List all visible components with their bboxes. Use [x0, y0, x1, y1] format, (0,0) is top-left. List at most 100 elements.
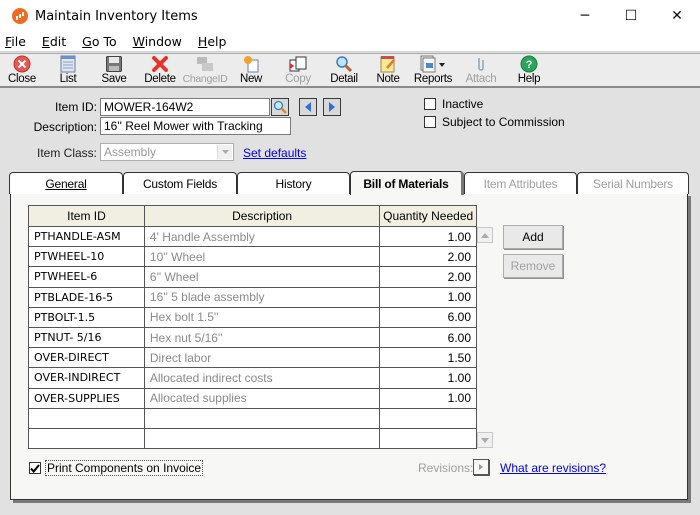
minimize-button[interactable]: ─: [562, 0, 608, 32]
cell-description[interactable]: 10'' Wheel: [143, 246, 381, 268]
scroll-up-button[interactable]: [477, 227, 493, 243]
cell-quantity[interactable]: [379, 427, 477, 450]
cell-description[interactable]: 16'' 5 blade assembly: [143, 286, 381, 308]
note-button[interactable]: Note: [368, 54, 408, 87]
add-button[interactable]: Add: [503, 225, 563, 249]
menu-accel: H: [197, 34, 208, 49]
cell-item-id[interactable]: PTNUT- 5/16: [28, 326, 145, 349]
help-button[interactable]: ? Help: [504, 54, 554, 87]
close-window-button[interactable]: ✕: [654, 0, 700, 32]
description-label: Description:: [33, 120, 97, 134]
cell-item-id[interactable]: PTBOLT-1.5: [28, 306, 145, 328]
column-header-description[interactable]: Description: [143, 205, 381, 227]
table-row[interactable]: OVER-SUPPLIES Allocated supplies 1.00: [28, 387, 477, 409]
grid-header-row: Item ID Description Quantity Needed: [28, 205, 477, 227]
cell-item-id[interactable]: [28, 427, 145, 450]
cell-description[interactable]: 4' Handle Assembly: [143, 225, 381, 248]
cell-description[interactable]: [143, 427, 381, 450]
description-input[interactable]: 16'' Reel Mower with Tracking: [100, 117, 291, 135]
revisions-button[interactable]: [473, 459, 489, 475]
cell-item-id[interactable]: PTWHEEL-10: [28, 246, 145, 268]
column-header-item-id[interactable]: Item ID: [28, 205, 145, 227]
new-button[interactable]: New: [226, 54, 276, 87]
cell-quantity[interactable]: 1.00: [379, 286, 477, 308]
table-row[interactable]: OVER-DIRECT Direct labor 1.50: [28, 347, 477, 369]
tab-custom-fields[interactable]: Custom Fields: [123, 172, 237, 194]
delete-button[interactable]: Delete: [136, 54, 184, 87]
cell-quantity[interactable]: 2.00: [379, 266, 477, 288]
cell-item-id[interactable]: OVER-DIRECT: [28, 347, 145, 369]
menu-help[interactable]: Help: [198, 34, 227, 49]
maximize-button[interactable]: ☐: [608, 0, 654, 32]
table-row[interactable]: [28, 407, 477, 429]
scroll-down-button[interactable]: [477, 432, 493, 448]
lookup-button[interactable]: [271, 98, 289, 116]
toolbar-label: Attach: [465, 73, 497, 85]
menu-window[interactable]: Window: [133, 34, 182, 49]
table-row[interactable]: PTWHEEL-6 6'' Wheel 2.00: [28, 266, 477, 288]
cell-quantity[interactable]: 2.00: [379, 246, 477, 268]
cell-description[interactable]: Allocated indirect costs: [143, 367, 381, 389]
attach-button[interactable]: Attach: [458, 54, 504, 87]
table-row[interactable]: PTNUT- 5/16 Hex nut 5/16'' 6.00: [28, 326, 477, 349]
tab-history[interactable]: History: [237, 172, 350, 194]
copy-button[interactable]: Copy: [276, 54, 320, 87]
cell-quantity[interactable]: 1.00: [379, 225, 477, 248]
close-button[interactable]: Close: [0, 54, 44, 87]
previous-record-button[interactable]: [299, 98, 317, 116]
cell-description[interactable]: [143, 407, 381, 429]
cell-description[interactable]: Allocated supplies: [143, 387, 381, 409]
cell-item-id[interactable]: PTBLADE-16-5: [28, 286, 145, 308]
arrow-down-icon: [481, 437, 489, 443]
tab-bill-of-materials[interactable]: Bill of Materials: [350, 171, 464, 195]
print-components-checkbox[interactable]: [29, 462, 41, 474]
remove-button[interactable]: Remove: [503, 254, 563, 278]
reports-button[interactable]: Reports: [408, 54, 458, 87]
menu-bar: File Edit Go To Window Help: [0, 32, 700, 52]
table-row[interactable]: PTHANDLE-ASM 4' Handle Assembly 1.00: [28, 225, 477, 248]
inactive-checkbox[interactable]: [424, 98, 436, 110]
table-row[interactable]: PTBLADE-16-5 16'' 5 blade assembly 1.00: [28, 286, 477, 308]
tab-item-attributes[interactable]: Item Attributes: [464, 172, 577, 194]
cell-item-id[interactable]: PTHANDLE-ASM: [28, 225, 145, 248]
cell-item-id[interactable]: PTWHEEL-6: [28, 266, 145, 288]
table-row[interactable]: PTBOLT-1.5 Hex bolt 1.5'' 6.00: [28, 306, 477, 328]
save-button[interactable]: Save: [92, 54, 136, 87]
cell-description[interactable]: 6'' Wheel: [143, 266, 381, 288]
table-row[interactable]: [28, 427, 477, 450]
menu-file[interactable]: File: [5, 34, 26, 49]
change-id-button[interactable]: ChangeID: [183, 54, 228, 87]
next-record-button[interactable]: [323, 98, 341, 116]
cell-quantity[interactable]: 1.00: [379, 367, 477, 389]
cell-quantity[interactable]: 6.00: [379, 306, 477, 328]
cell-description[interactable]: Hex bolt 1.5'': [143, 306, 381, 328]
item-id-input[interactable]: MOWER-164W2: [100, 98, 270, 116]
app-logo-icon: [12, 8, 28, 24]
menu-label: ile: [11, 34, 26, 49]
cell-description[interactable]: Hex nut 5/16'': [143, 326, 381, 349]
cell-item-id[interactable]: [28, 407, 145, 429]
cell-item-id[interactable]: OVER-SUPPLIES: [28, 387, 145, 409]
table-row[interactable]: PTWHEEL-10 10'' Wheel 2.00: [28, 246, 477, 268]
menu-edit[interactable]: Edit: [42, 34, 66, 49]
what-are-revisions-link[interactable]: What are revisions?: [500, 461, 606, 475]
cell-description[interactable]: Direct labor: [143, 347, 381, 369]
table-row[interactable]: OVER-INDIRECT Allocated indirect costs 1.0…: [28, 367, 477, 389]
cell-quantity[interactable]: 1.00: [379, 387, 477, 409]
cell-quantity[interactable]: 6.00: [379, 326, 477, 349]
set-defaults-link[interactable]: Set defaults: [243, 146, 306, 160]
cell-quantity[interactable]: 1.50: [379, 347, 477, 369]
menu-accel: G: [82, 34, 92, 49]
detail-button[interactable]: Detail: [320, 54, 368, 87]
column-header-quantity[interactable]: Quantity Needed: [379, 205, 477, 227]
tab-general[interactable]: General: [9, 172, 123, 194]
cell-quantity[interactable]: [379, 407, 477, 429]
menu-accel: W: [132, 34, 145, 49]
commission-checkbox[interactable]: [424, 116, 436, 128]
item-class-select[interactable]: Assembly: [100, 143, 234, 161]
cell-item-id[interactable]: OVER-INDIRECT: [28, 367, 145, 389]
toolbar-label: Close: [8, 73, 36, 85]
tab-serial-numbers[interactable]: Serial Numbers: [577, 172, 689, 194]
list-button[interactable]: List: [44, 54, 92, 87]
menu-goto[interactable]: Go To: [82, 34, 116, 49]
